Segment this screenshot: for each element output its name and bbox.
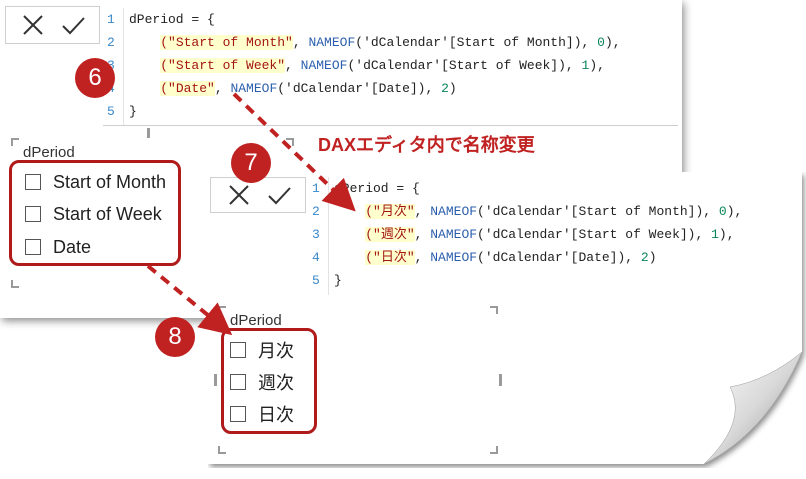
step-badge-7: 7 (231, 143, 271, 183)
step-badge-8: 8 (155, 317, 195, 357)
annotation-label: DAXエディタ内で名称変更 (318, 135, 535, 155)
step-badge-6: 6 (75, 58, 115, 98)
annotation-overlay (146, 92, 356, 336)
